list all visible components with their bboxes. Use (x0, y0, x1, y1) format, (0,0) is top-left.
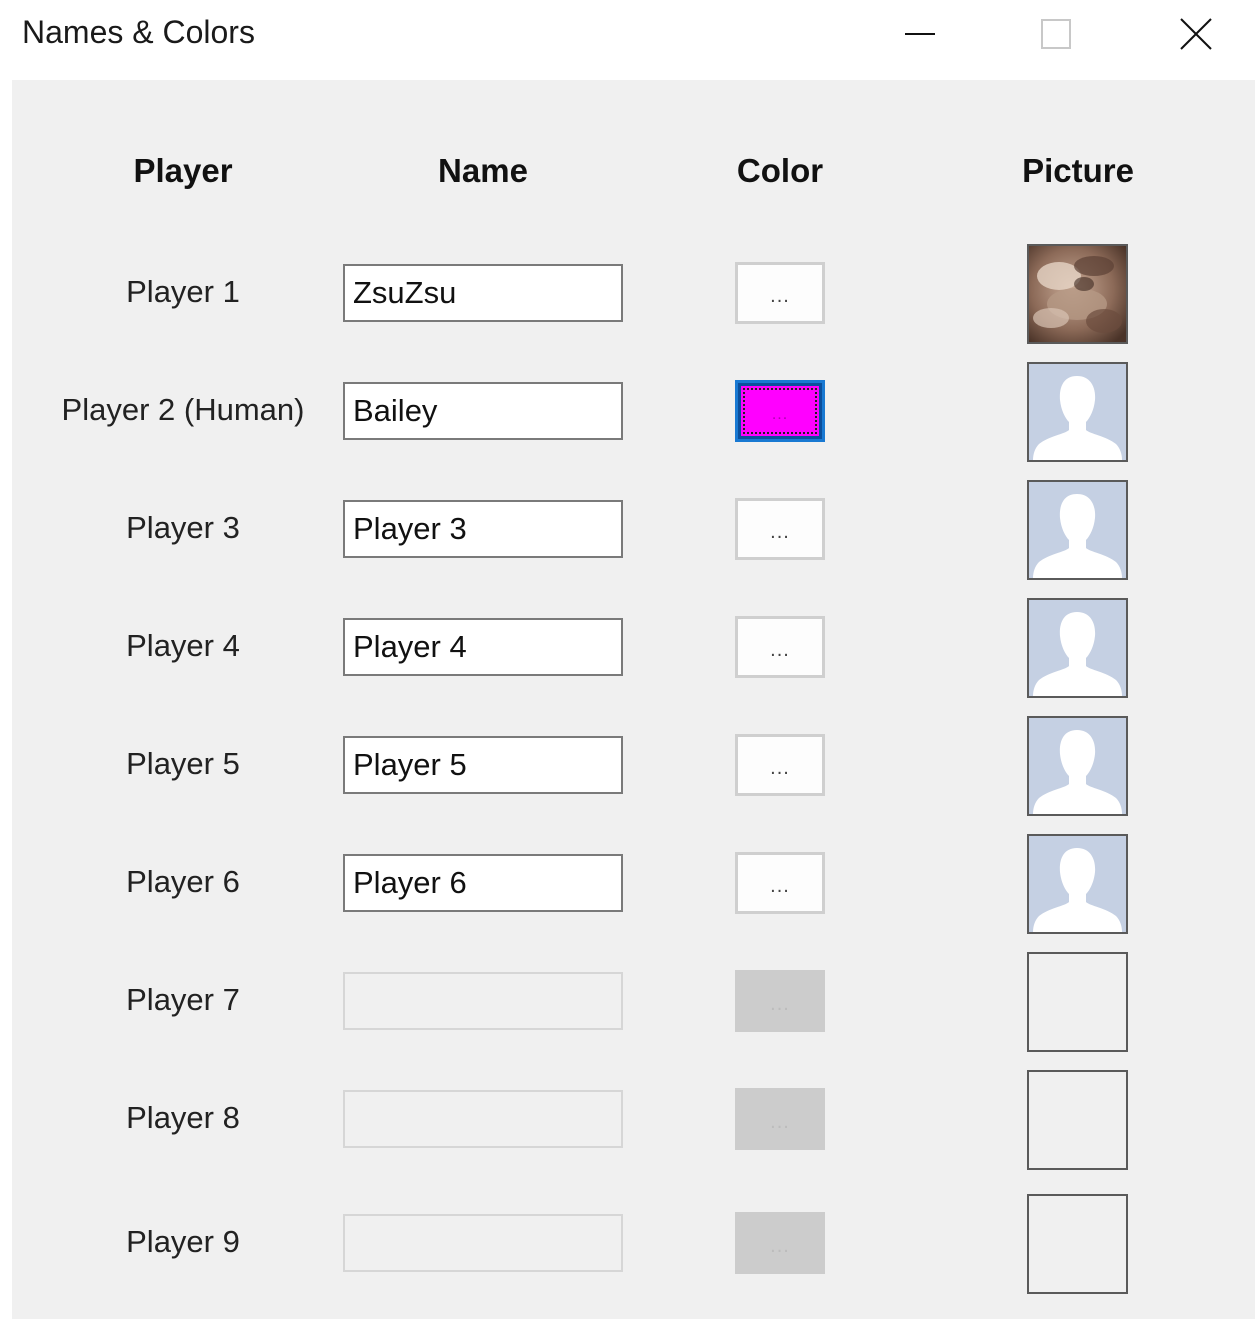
avatar-silhouette-icon (1029, 600, 1126, 696)
player-picture-6[interactable] (1027, 834, 1128, 934)
header-color: Color (736, 152, 824, 189)
avatar-silhouette-icon (1029, 718, 1126, 814)
color-picker-button-5[interactable]: ... (735, 734, 825, 796)
player-label-2: Player 2 (Human) (61, 392, 305, 427)
player-label-6: Player 6 (126, 864, 240, 899)
player-label-9: Player 9 (126, 1224, 240, 1259)
title-bar: Names & Colors (0, 0, 1255, 80)
player-picture-3[interactable] (1027, 480, 1128, 580)
player-label-5: Player 5 (126, 746, 240, 781)
minimize-button[interactable] (890, 6, 950, 62)
player-picture-9 (1027, 1194, 1128, 1294)
color-button-label: ... (770, 874, 790, 897)
player-picture-5[interactable] (1027, 716, 1128, 816)
player-label-4: Player 4 (126, 628, 240, 663)
avatar-silhouette-icon (1029, 364, 1126, 460)
player-name-input-9 (343, 1214, 623, 1272)
player-photo (1029, 246, 1126, 342)
close-button[interactable] (1166, 6, 1226, 62)
player-label-3: Player 3 (126, 510, 240, 545)
color-button-label: ... (771, 406, 789, 423)
header-name: Name (438, 152, 528, 189)
player-name-input-3[interactable] (343, 500, 623, 558)
header-player: Player (133, 152, 233, 189)
close-icon (1180, 18, 1212, 50)
color-button-label: ... (770, 520, 790, 543)
player-label-8: Player 8 (126, 1100, 240, 1135)
color-button-label: ... (770, 638, 790, 661)
window-title: Names & Colors (22, 14, 255, 50)
player-name-input-6[interactable] (343, 854, 623, 912)
avatar-silhouette-icon (1029, 482, 1126, 578)
player-picture-1[interactable] (1027, 244, 1128, 344)
color-picker-button-8: ... (735, 1088, 825, 1150)
color-button-label: ... (770, 992, 790, 1015)
color-swatch: ... (741, 386, 819, 436)
player-name-input-1[interactable] (343, 264, 623, 322)
color-button-label: ... (770, 756, 790, 779)
minimize-icon (905, 33, 935, 35)
color-picker-button-7: ... (735, 970, 825, 1032)
color-picker-button-2[interactable]: ... (735, 380, 825, 442)
color-picker-button-3[interactable]: ... (735, 498, 825, 560)
player-name-input-8 (343, 1090, 623, 1148)
avatar-silhouette-icon (1029, 836, 1126, 932)
color-picker-button-6[interactable]: ... (735, 852, 825, 914)
player-name-input-4[interactable] (343, 618, 623, 676)
color-button-label: ... (770, 284, 790, 307)
color-picker-button-1[interactable]: ... (735, 262, 825, 324)
player-name-input-7 (343, 972, 623, 1030)
color-button-label: ... (770, 1110, 790, 1133)
player-name-input-5[interactable] (343, 736, 623, 794)
maximize-button (1026, 6, 1086, 62)
color-picker-button-4[interactable]: ... (735, 616, 825, 678)
player-picture-8 (1027, 1070, 1128, 1170)
maximize-icon (1041, 19, 1071, 49)
player-label-1: Player 1 (126, 274, 240, 309)
player-picture-2[interactable] (1027, 362, 1128, 462)
header-picture: Picture (1022, 152, 1134, 189)
player-picture-7 (1027, 952, 1128, 1052)
color-picker-button-9: ... (735, 1212, 825, 1274)
player-label-7: Player 7 (126, 982, 240, 1017)
color-button-label: ... (770, 1234, 790, 1257)
player-picture-4[interactable] (1027, 598, 1128, 698)
player-name-input-2[interactable] (343, 382, 623, 440)
